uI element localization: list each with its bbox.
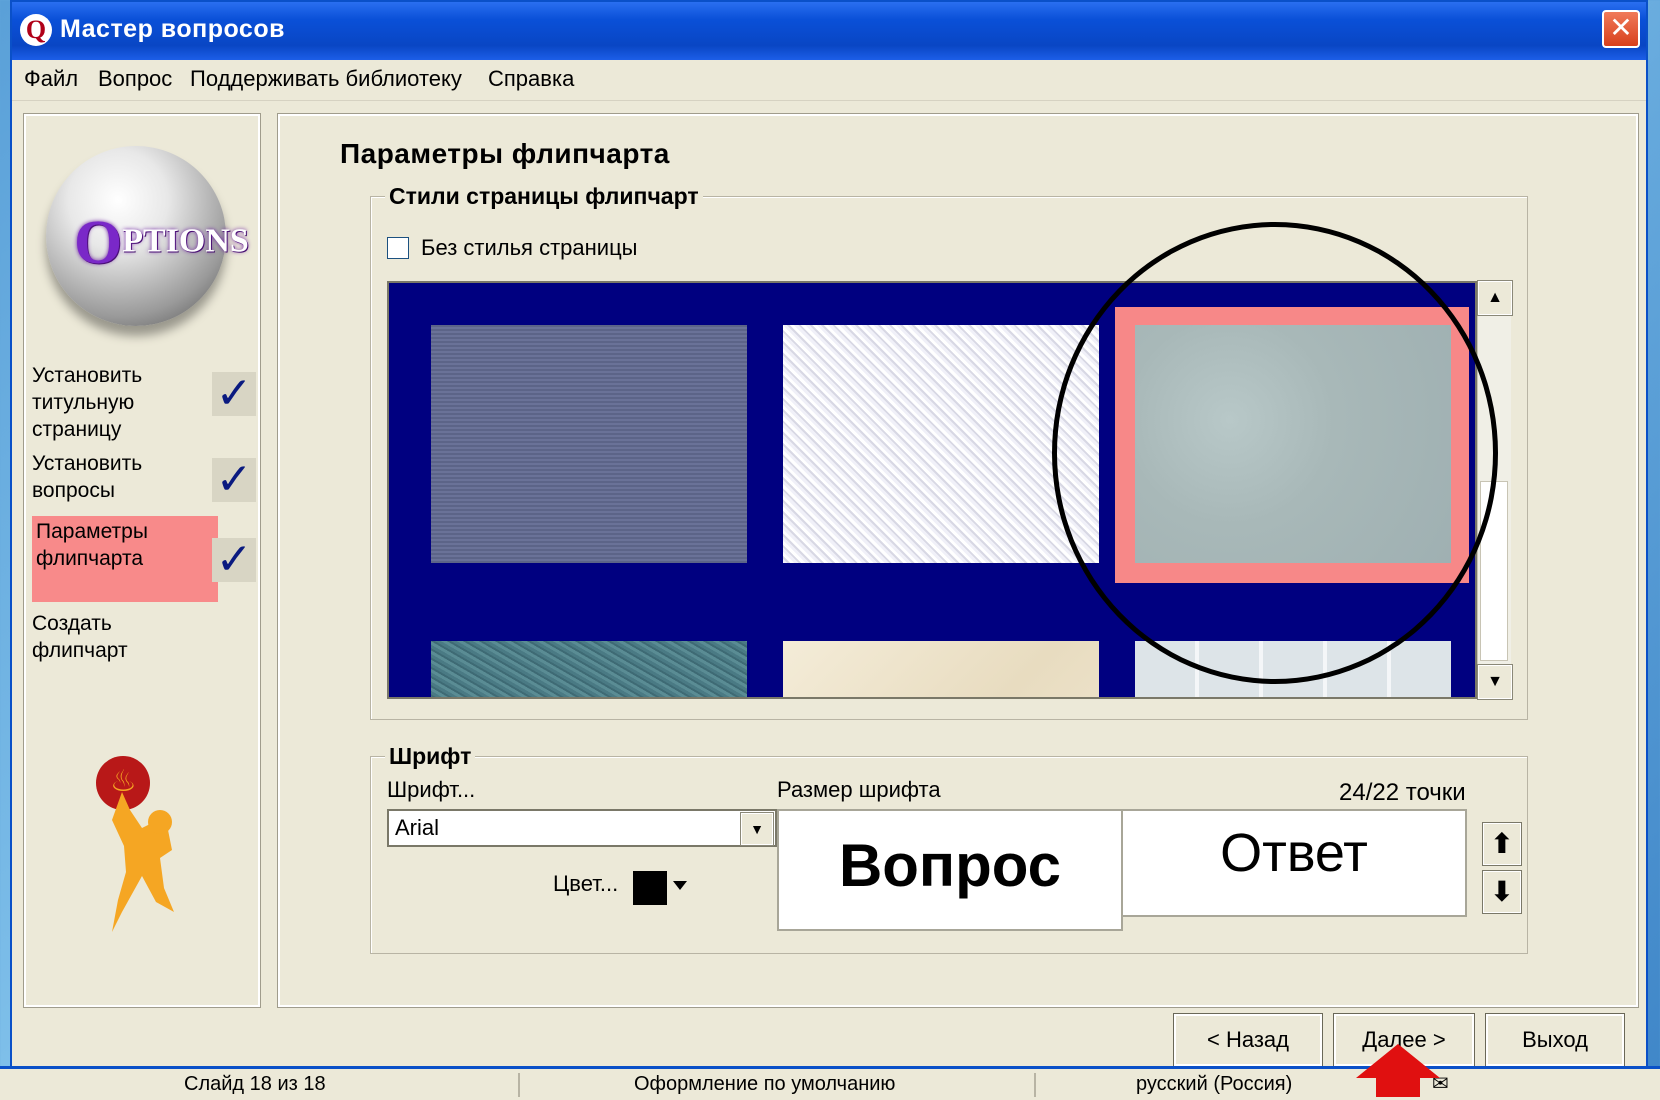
back-button[interactable]: < Назад	[1173, 1013, 1323, 1067]
font-group: Шрифт Шрифт... Arial ▼ Цвет... Размер шр…	[370, 743, 1528, 954]
status-divider	[518, 1073, 520, 1097]
menu-library[interactable]: Поддерживать библиотеку	[190, 66, 462, 92]
color-swatch[interactable]	[633, 871, 667, 905]
step-create-flipchart[interactable]: Создать флипчарт	[32, 610, 172, 664]
font-legend: Шрифт	[385, 743, 476, 770]
style-tile-1[interactable]	[431, 325, 747, 563]
style-tile-4[interactable]	[431, 641, 747, 697]
font-size-label: Размер шрифта	[777, 777, 941, 802]
color-label: Цвет...	[553, 871, 619, 896]
status-theme: Оформление по умолчанию	[634, 1073, 896, 1095]
status-slide: Слайд 18 из 18	[184, 1073, 326, 1095]
font-label: Шрифт...	[387, 777, 476, 802]
figure-illustration	[112, 792, 174, 932]
menu-file[interactable]: Файл	[24, 66, 78, 92]
no-style-checkbox[interactable]	[387, 237, 409, 259]
scroll-down-icon[interactable]: ▼	[1477, 664, 1513, 700]
exit-button[interactable]: Выход	[1485, 1013, 1625, 1067]
options-logo-text: OPTIONS	[74, 209, 249, 277]
selection-circle-annotation	[1052, 222, 1498, 684]
app-q-icon: Q	[20, 14, 52, 46]
menu-help[interactable]: Справка	[488, 66, 574, 92]
no-style-label: Без стилья страницы	[421, 235, 638, 260]
step-title-page-check-icon: ✓	[212, 372, 256, 416]
color-dropdown-icon[interactable]	[673, 881, 687, 890]
pointer-arrow-stem	[1376, 1076, 1420, 1097]
font-select[interactable]: Arial ▼	[387, 809, 777, 847]
chevron-down-icon[interactable]: ▼	[740, 812, 774, 846]
step-questions[interactable]: Установить вопросы	[32, 450, 192, 504]
menu-question[interactable]: Вопрос	[98, 66, 172, 92]
pointer-arrow-icon	[1356, 1044, 1440, 1078]
step-title-page[interactable]: Установить титульную страницу	[32, 362, 202, 443]
answer-preview: Ответ	[1121, 809, 1467, 917]
status-divider	[1034, 1073, 1036, 1097]
style-tile-5[interactable]	[783, 641, 1099, 697]
font-size-down-icon[interactable]: ⬇	[1482, 870, 1522, 914]
options-logo: OPTIONS	[46, 146, 249, 326]
menu-bar: Файл Вопрос Поддерживать библиотеку Спра…	[12, 60, 1646, 101]
font-size-value: 24/22 точки	[1339, 779, 1466, 806]
scroll-up-icon[interactable]: ▲	[1477, 280, 1513, 316]
page-styles-legend: Стили страницы флипчарт	[385, 183, 703, 210]
font-select-value: Arial	[395, 815, 440, 840]
steps-panel: OPTIONS Установить титульную страницу ✓ …	[23, 113, 261, 1008]
page-title: Параметры флипчарта	[340, 138, 670, 169]
step-flipchart-params-check-icon: ✓	[212, 538, 256, 582]
step-questions-check-icon: ✓	[212, 458, 256, 502]
window-title: Мастер вопросов	[60, 15, 285, 43]
step-flipchart-params[interactable]: Параметры флипчарта	[32, 516, 218, 602]
title-bar[interactable]: Q Мастер вопросов ✕	[12, 2, 1646, 60]
question-preview: Вопрос	[777, 809, 1123, 931]
font-size-up-icon[interactable]: ⬆	[1482, 822, 1522, 866]
close-button[interactable]: ✕	[1602, 10, 1640, 48]
status-language: русский (Россия)	[1136, 1073, 1293, 1095]
